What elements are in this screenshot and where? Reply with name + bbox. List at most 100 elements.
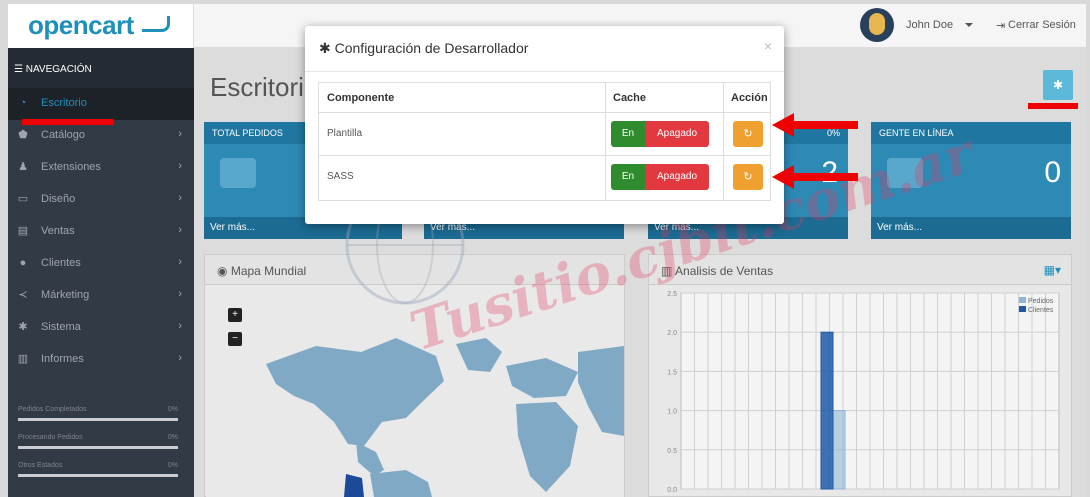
sidebar-item-ventas[interactable]: ▤ Ventas › <box>8 216 194 248</box>
legend-swatch <box>1019 306 1026 312</box>
tile-more-link[interactable]: Ver más... <box>871 217 1071 239</box>
table-header-row: Componente Cache Acción <box>319 83 770 113</box>
cog-icon: ✱ <box>1052 78 1064 92</box>
refresh-icon: ↻ <box>743 128 753 140</box>
tag-icon: ⬟ <box>18 129 28 141</box>
opencart-logo[interactable]: opencart <box>28 10 134 41</box>
chart-y-tick-label: 1.5 <box>667 369 677 376</box>
sidebar-item-label: Sistema <box>41 321 81 333</box>
chart-y-tick-label: 0.0 <box>667 487 677 494</box>
sidebar-item-label: Catálogo <box>41 129 86 141</box>
sidebar-item-label: Clientes <box>41 257 81 269</box>
chevron-right-icon: › <box>178 192 182 204</box>
menu-bars-icon[interactable]: ☰ <box>14 64 23 75</box>
sidebar-item-extensiones[interactable]: ♟ Extensiones › <box>8 152 194 184</box>
table-row: SASS En Apagado ↻ <box>319 156 770 200</box>
logout-link[interactable]: Cerrar Sesión <box>1008 19 1076 31</box>
user-avatar[interactable] <box>860 8 894 42</box>
nav-header-label: NAVEGACIÓN <box>25 64 92 75</box>
sidebar-item-label: Diseño <box>41 193 76 205</box>
sign-out-icon[interactable]: ⇥ <box>996 19 1005 32</box>
stat-other: Otros Estados 0% <box>18 462 178 490</box>
sidebar-item-diseno[interactable]: ▭ Diseño › <box>8 184 194 216</box>
tile-value: 0 <box>1044 156 1061 189</box>
developer-settings-button[interactable]: ✱ <box>1043 70 1073 100</box>
globe-icon: ◉ <box>217 264 228 278</box>
sidebar: ☰ NAVEGACIÓN ◔ Escritorio ⬟ Catálogo › ♟… <box>8 48 194 497</box>
avatar-face-icon <box>869 13 885 35</box>
legend-label: Pedidos <box>1028 298 1054 305</box>
chart-bar <box>832 410 846 490</box>
sidebar-item-sistema[interactable]: ✱ Sistema › <box>8 312 194 344</box>
red-underline-settings <box>1028 103 1078 109</box>
stat-processing: Procesando Pedidos 0% <box>18 434 178 462</box>
nav-header: ☰ NAVEGACIÓN <box>8 48 194 88</box>
africa-shape <box>516 402 578 492</box>
page-title: Escritorio <box>210 72 319 102</box>
calendar-dropdown-icon[interactable]: ▦▾ <box>1044 263 1061 277</box>
cache-off-button[interactable]: Apagado <box>645 164 709 190</box>
stat-label: Otros Estados <box>18 462 63 469</box>
modal-divider <box>305 71 784 72</box>
chevron-right-icon: › <box>178 256 182 268</box>
refresh-button[interactable]: ↻ <box>733 121 763 147</box>
stat-label: Procesando Pedidos <box>18 434 83 441</box>
order-stats: Pedidos Completados 0% Procesando Pedido… <box>12 392 190 497</box>
share-icon: ≺ <box>18 289 28 301</box>
stat-completed: Pedidos Completados 0% <box>18 406 178 434</box>
chart-y-tick-label: 0.5 <box>667 448 677 455</box>
chevron-right-icon: › <box>178 160 182 172</box>
refresh-button[interactable]: ↻ <box>733 164 763 190</box>
cart-logo-icon <box>142 16 170 32</box>
component-name: Plantilla <box>327 128 363 139</box>
stat-progress-bar <box>18 446 178 449</box>
legend-label: Clientes <box>1028 307 1054 314</box>
stat-progress-bar <box>18 418 178 421</box>
europe-shape <box>506 358 578 398</box>
chart-y-tick-label: 1.0 <box>667 409 677 416</box>
sales-chart: 0.0 0.5 1.0 1.5 2.0 2.5 Pedidos Clientes <box>667 291 1060 494</box>
column-header: Componente <box>327 92 395 104</box>
red-arrow-sass <box>772 165 858 189</box>
dashboard-icon: ◔ <box>19 97 27 109</box>
sidebar-item-informes[interactable]: ▥ Informes › <box>8 344 194 376</box>
red-underline-escritorio <box>22 119 114 125</box>
sidebar-item-escritorio[interactable]: ◔ Escritorio <box>8 88 194 120</box>
bar-chart-icon: ▥ <box>17 353 29 365</box>
cache-off-button[interactable]: Apagado <box>645 121 709 147</box>
legend-swatch <box>1019 297 1026 303</box>
logo-box[interactable]: opencart <box>8 4 194 48</box>
chart-bar <box>820 331 834 490</box>
user-name[interactable]: John Doe <box>906 19 953 31</box>
cache-on-button[interactable]: En <box>611 164 645 190</box>
sales-analysis-panel: ▥ Analisis de Ventas ▦▾ 0.0 0.5 1.0 1.5 2.0 2… <box>648 254 1072 497</box>
chevron-right-icon: › <box>178 320 182 332</box>
column-header: Cache <box>613 92 647 104</box>
shopping-cart-icon: ▤ <box>17 225 29 237</box>
modal-title: ✱ Configuración de Desarrollador <box>319 40 528 57</box>
asia-shape <box>578 346 624 436</box>
stat-progress-bar <box>18 474 178 477</box>
sidebar-item-clientes[interactable]: ● Clientes › <box>8 248 194 280</box>
close-icon[interactable]: × <box>764 38 772 54</box>
puzzle-icon: ♟ <box>18 161 28 173</box>
sidebar-item-label: Informes <box>41 353 84 365</box>
sidebar-item-label: Extensiones <box>41 161 101 173</box>
sidebar-item-label: Márketing <box>41 289 90 301</box>
shopping-cart-icon <box>220 158 256 188</box>
sidebar-item-label: Ventas <box>41 225 75 237</box>
stat-percent: 0% <box>167 406 178 413</box>
chevron-right-icon: › <box>178 352 182 364</box>
cache-on-button[interactable]: En <box>611 121 645 147</box>
sidebar-item-marketing[interactable]: ≺ Márketing › <box>8 280 194 312</box>
cog-icon: ✱ <box>18 321 28 333</box>
stat-percent: 0% <box>167 434 178 441</box>
caret-down-icon[interactable] <box>965 23 973 27</box>
panel-title: Mapa Mundial <box>230 264 307 278</box>
user-icon: ● <box>19 257 27 269</box>
chart-y-tick-label: 2.0 <box>667 330 677 337</box>
stat-percent: 0% <box>167 462 178 469</box>
modal-title-text: Configuración de Desarrollador <box>334 40 529 56</box>
chevron-right-icon: › <box>178 288 182 300</box>
column-header: Acción <box>731 92 768 104</box>
